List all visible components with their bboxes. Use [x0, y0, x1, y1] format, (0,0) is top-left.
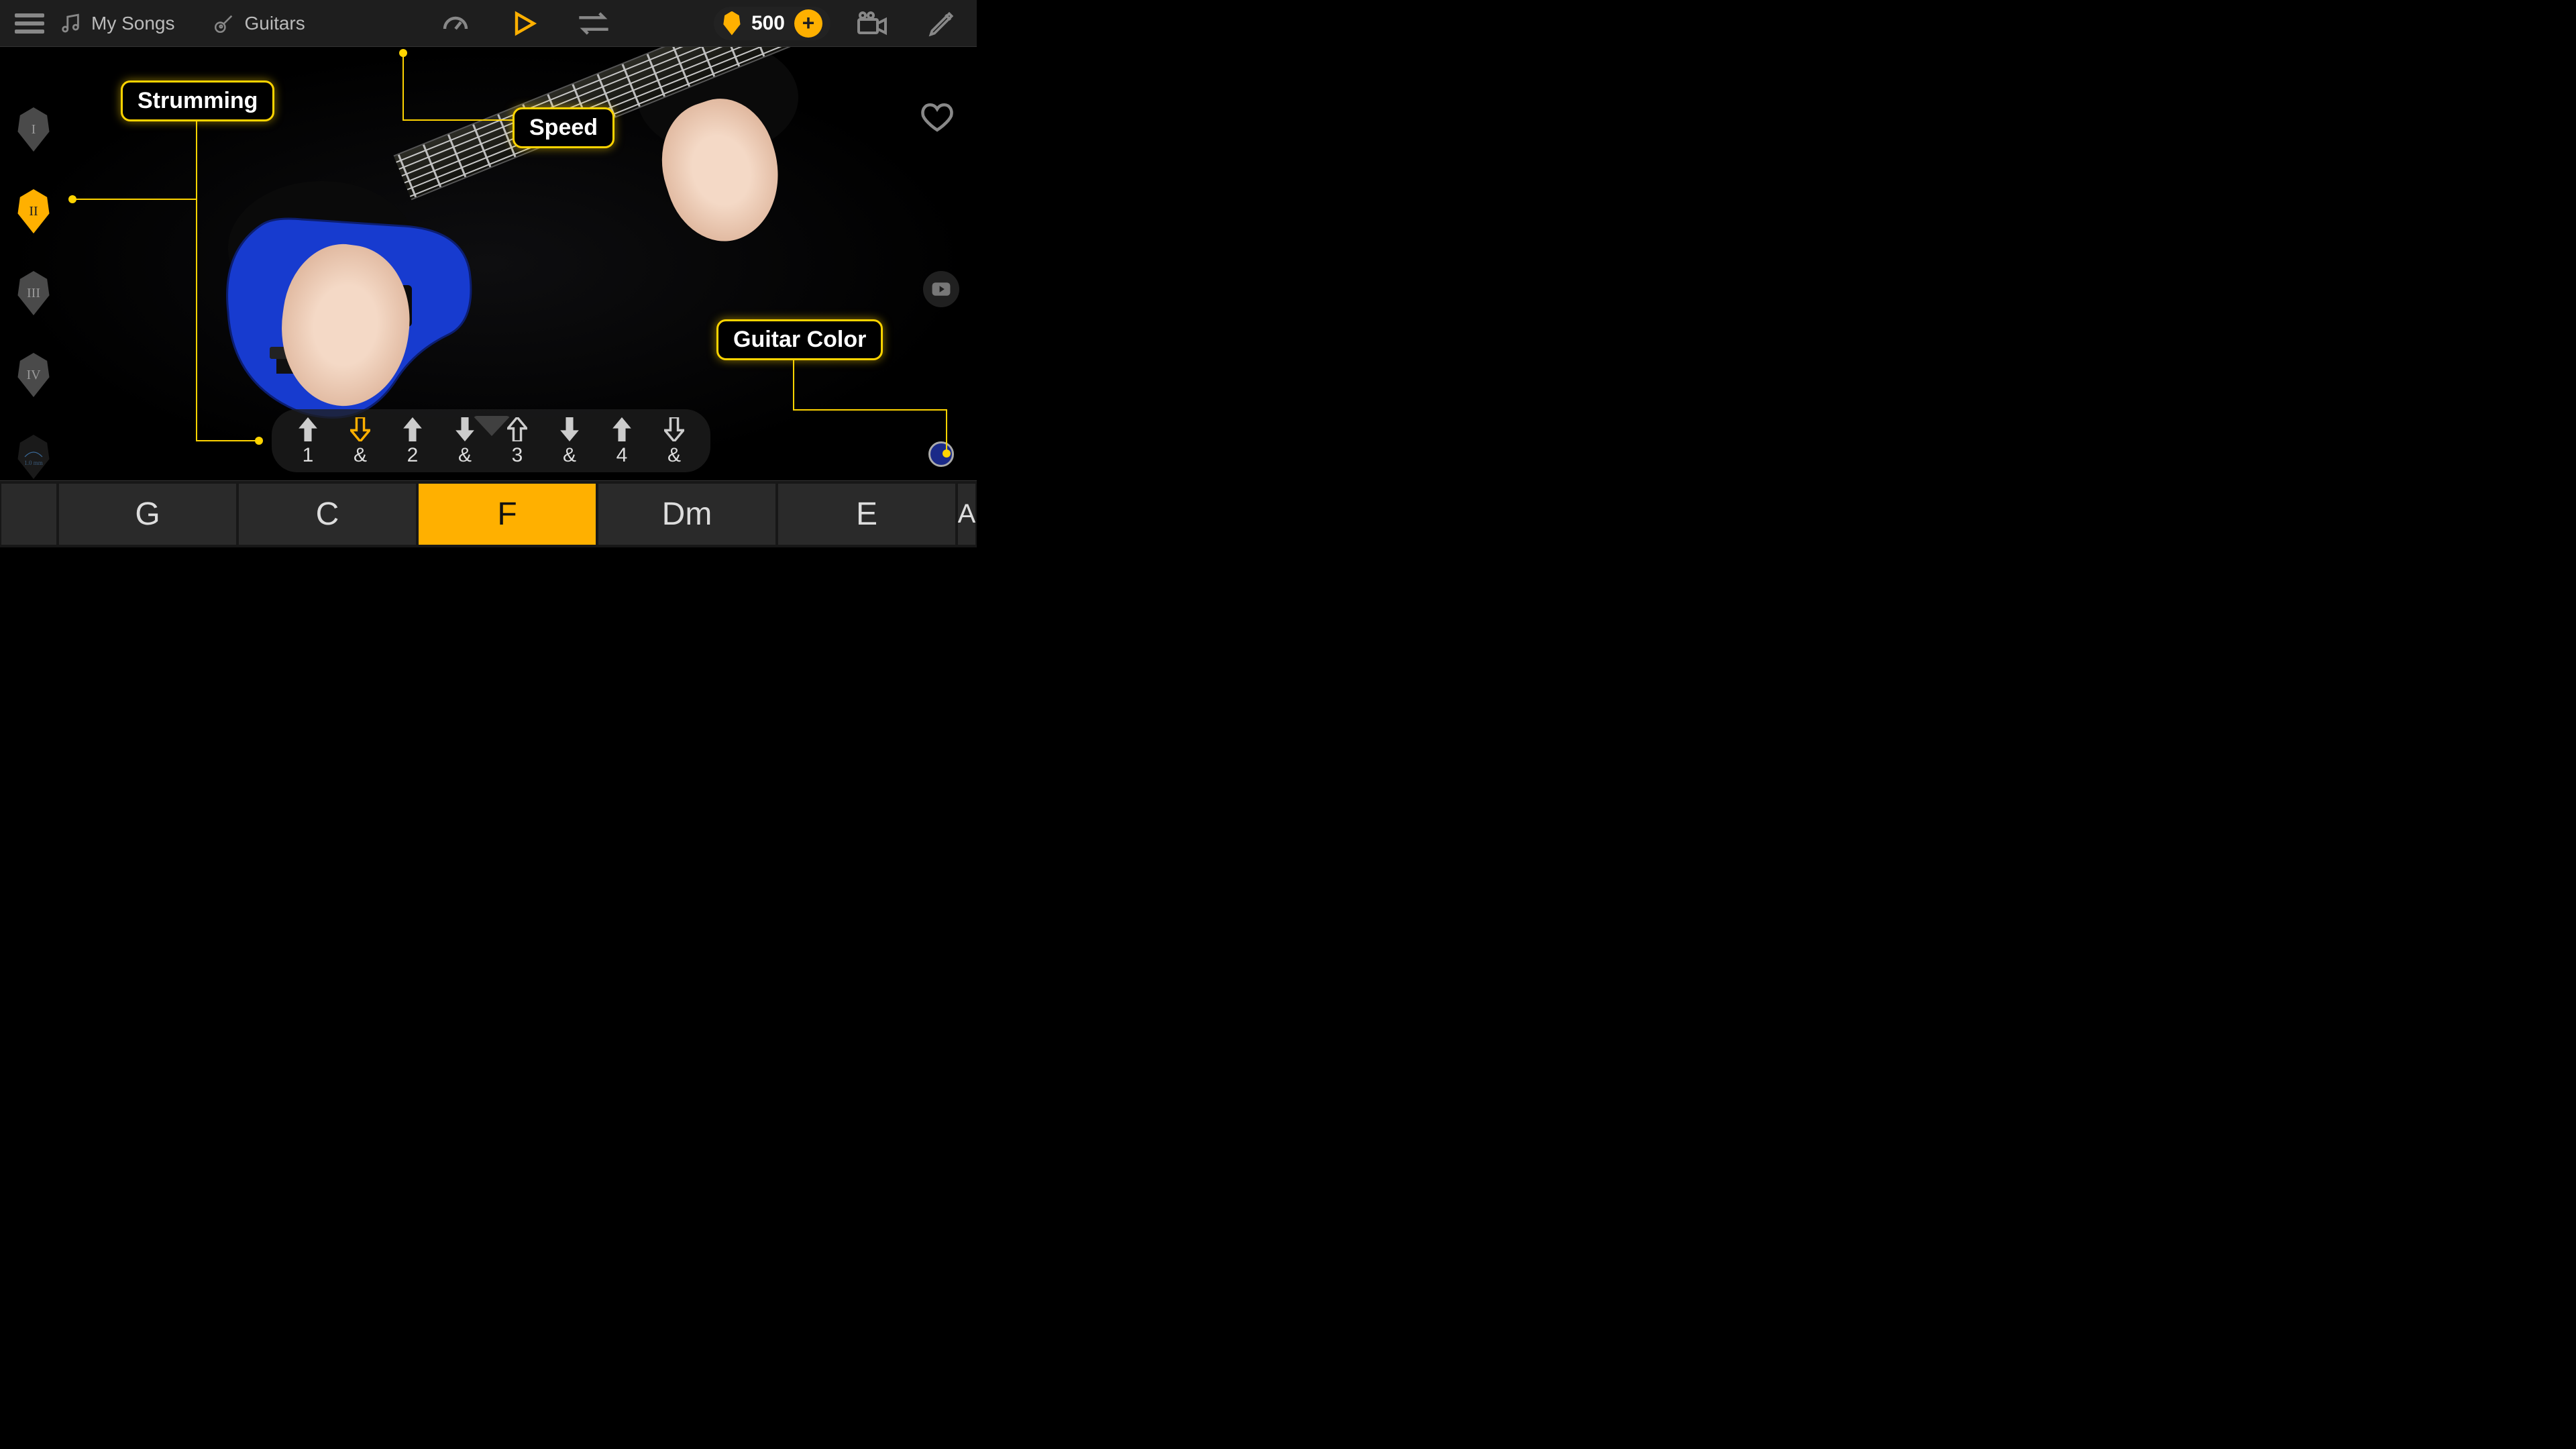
- speed-button[interactable]: [439, 7, 472, 40]
- strum-step-label: 3: [512, 444, 523, 467]
- pick-currency-icon: [722, 11, 742, 36]
- leader-dot: [255, 437, 263, 445]
- stage: I II III IV 1.0 mm POLYGONIUM 1&: [0, 47, 977, 480]
- play-icon: [509, 9, 539, 38]
- leader-line: [72, 199, 130, 200]
- strum-step-8[interactable]: &: [658, 417, 690, 467]
- callout-strumming: Strumming: [121, 80, 274, 121]
- chord-f[interactable]: F: [419, 484, 596, 545]
- leader-dot: [943, 449, 951, 458]
- leader-dot: [399, 49, 407, 57]
- strum-step-4[interactable]: &: [449, 417, 481, 467]
- camera-icon: [855, 10, 890, 37]
- chord-g[interactable]: G: [59, 484, 236, 545]
- strum-step-label: &: [563, 444, 576, 467]
- leader-line: [130, 199, 197, 200]
- youtube-icon: [931, 282, 951, 297]
- guitars-label: Guitars: [245, 13, 305, 34]
- strum-arrow-icon: [612, 417, 632, 441]
- my-songs-label: My Songs: [91, 13, 175, 34]
- play-button[interactable]: [509, 9, 539, 38]
- my-songs-nav[interactable]: My Songs: [59, 12, 175, 35]
- chord-bar: GCFDmEA: [0, 480, 977, 547]
- leader-dot: [68, 195, 76, 203]
- leader-line: [793, 357, 794, 411]
- chord-overflow-right[interactable]: A: [958, 484, 975, 545]
- loop-icon: [576, 10, 611, 37]
- video-button[interactable]: [923, 271, 959, 307]
- strum-arrow-icon: [507, 417, 527, 441]
- callout-speed: Speed: [513, 107, 614, 148]
- loop-button[interactable]: [576, 10, 611, 37]
- strumming-pattern-bar: 1 & 2 & 3 & 4 &: [272, 409, 710, 472]
- pick-pattern-2[interactable]: II: [15, 189, 52, 233]
- callout-guitar-color: Guitar Color: [716, 319, 883, 360]
- strum-step-2[interactable]: &: [344, 417, 376, 467]
- strum-step-5[interactable]: 3: [501, 417, 533, 467]
- music-note-icon: [59, 12, 82, 35]
- pick-pattern-3[interactable]: III: [15, 271, 52, 315]
- leader-line: [402, 52, 404, 119]
- chord-c[interactable]: C: [239, 484, 416, 545]
- strum-step-7[interactable]: 4: [606, 417, 638, 467]
- strum-step-label: &: [354, 444, 367, 467]
- strum-arrow-icon: [455, 417, 475, 441]
- chord-e[interactable]: E: [778, 484, 955, 545]
- guitars-nav[interactable]: Guitars: [213, 12, 305, 35]
- strum-step-label: 2: [407, 444, 419, 467]
- hamburger-menu-icon[interactable]: [15, 9, 44, 38]
- chord-empty-left[interactable]: [1, 484, 56, 545]
- leader-line: [196, 121, 197, 441]
- strum-step-3[interactable]: 2: [396, 417, 429, 467]
- strum-step-label: 1: [303, 444, 314, 467]
- gauge-icon: [439, 7, 472, 40]
- pick-selector-column: I II III IV 1.0 mm: [15, 107, 52, 479]
- edit-button[interactable]: [927, 9, 957, 38]
- pick-pattern-4[interactable]: IV: [15, 353, 52, 397]
- strum-step-1[interactable]: 1: [292, 417, 324, 467]
- pick-count: 500: [751, 12, 785, 35]
- pick-custom-label: 1.0 mm: [24, 460, 43, 466]
- strum-arrow-icon: [298, 417, 318, 441]
- chord-dm[interactable]: Dm: [598, 484, 775, 545]
- guitar-icon: [213, 12, 235, 35]
- leader-line: [793, 409, 947, 411]
- strum-step-label: 4: [616, 444, 628, 467]
- strum-step-label: &: [458, 444, 472, 467]
- strum-step-6[interactable]: &: [553, 417, 586, 467]
- pick-currency-badge[interactable]: 500 +: [714, 7, 830, 40]
- add-picks-button[interactable]: +: [794, 9, 822, 38]
- strum-arrow-icon: [664, 417, 684, 441]
- strum-arrow-icon: [350, 417, 370, 441]
- pick-pattern-1[interactable]: I: [15, 107, 52, 152]
- strum-arrow-icon: [559, 417, 580, 441]
- camera-button[interactable]: [855, 10, 890, 37]
- pencil-icon: [927, 9, 957, 38]
- strum-arrow-icon: [402, 417, 423, 441]
- leader-line: [196, 440, 258, 441]
- leader-line: [946, 409, 947, 451]
- favorite-button[interactable]: [920, 102, 954, 136]
- heart-icon: [920, 102, 954, 133]
- strum-step-label: &: [667, 444, 681, 467]
- header-bar: My Songs Guitars 500 +: [0, 0, 977, 47]
- leader-line: [402, 119, 515, 121]
- pick-pattern-custom[interactable]: 1.0 mm: [15, 435, 52, 479]
